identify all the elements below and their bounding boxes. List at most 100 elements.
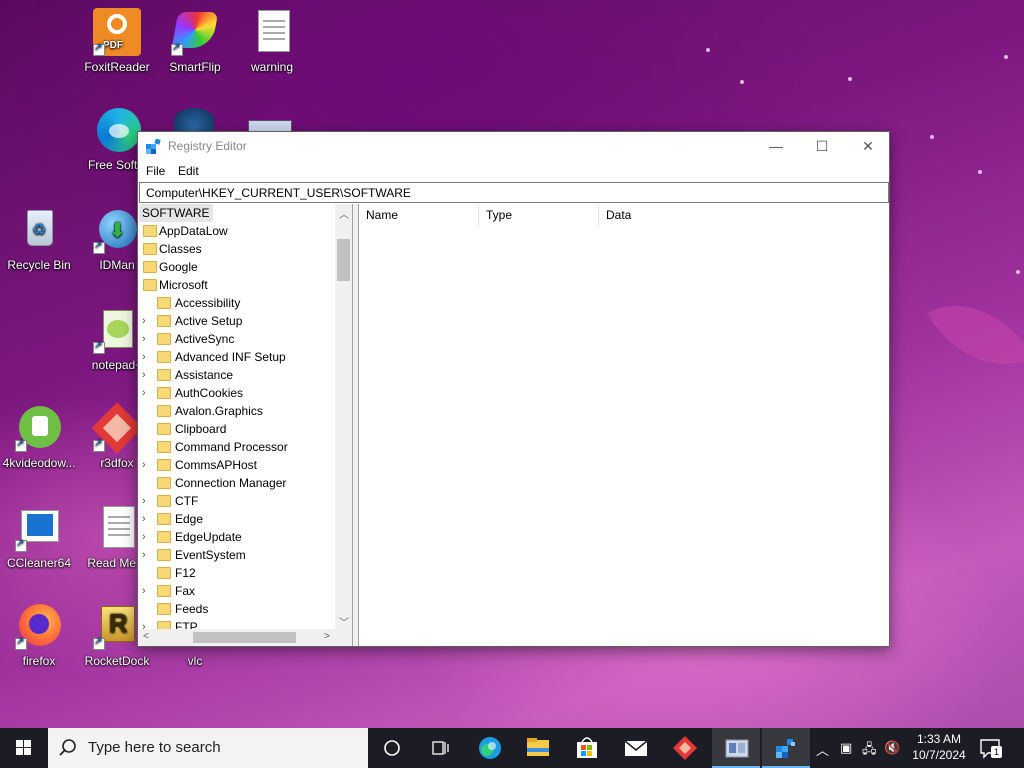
minimize-button[interactable]: —	[753, 132, 799, 160]
desktop-icon-ccleaner[interactable]: CCleaner64	[2, 504, 76, 570]
chevron-right-icon[interactable]: ›	[142, 528, 152, 546]
tree-item[interactable]: Microsoft	[141, 276, 335, 294]
tree-item[interactable]: › AuthCookies	[141, 384, 335, 402]
tree-item[interactable]: › Active Setup	[141, 312, 335, 330]
scrollbar-thumb[interactable]	[193, 632, 296, 643]
scroll-down-icon[interactable]: ﹀	[339, 614, 349, 629]
taskbar-r3dfox[interactable]	[661, 728, 709, 768]
desktop-icon-warning[interactable]: warning	[235, 8, 309, 74]
start-button[interactable]	[0, 728, 48, 768]
menu-edit[interactable]: Edit	[178, 164, 199, 178]
tree-vertical-scrollbar[interactable]: ︿ ﹀	[335, 204, 352, 629]
tree-item[interactable]: › EdgeUpdate	[141, 528, 335, 546]
folder-icon	[157, 369, 171, 381]
tree-item-label: Clipboard	[175, 422, 227, 436]
chevron-right-icon[interactable]: ›	[142, 492, 152, 510]
star-decoration	[978, 170, 982, 174]
firefox-icon	[15, 602, 63, 650]
title-bar[interactable]: Registry Editor — ☐ ✕	[138, 132, 889, 160]
meet-now-icon[interactable]: ▣	[840, 740, 852, 756]
tree-horizontal-scrollbar[interactable]: < >	[139, 629, 352, 646]
tree-item-label: CommsAPHost	[175, 458, 258, 472]
taskbar-registry-editor-2[interactable]	[762, 728, 810, 768]
address-bar[interactable]: Computer\HKEY_CURRENT_USER\SOFTWARE	[139, 182, 889, 203]
chevron-right-icon[interactable]: ›	[142, 456, 152, 474]
chevron-right-icon[interactable]: ›	[142, 348, 152, 366]
tree-item[interactable]: › Advanced INF Setup	[141, 348, 335, 366]
chevron-right-icon[interactable]: ›	[142, 582, 152, 600]
tree-item[interactable]: › Fax	[141, 582, 335, 600]
chevron-right-icon[interactable]: ›	[142, 312, 152, 330]
desktop-icon-recycle-bin[interactable]: ♻ Recycle Bin	[2, 206, 76, 272]
desktop-icon-4kvideodownloader[interactable]: 4kvideodow...	[2, 404, 76, 470]
tree-item[interactable]: AppDataLow	[141, 222, 335, 240]
recycle-bin-icon: ♻	[15, 206, 63, 254]
folder-icon	[143, 279, 157, 291]
taskbar-file-explorer[interactable]	[514, 728, 562, 768]
tree-item-label: Assistance	[175, 368, 234, 382]
tree-item[interactable]: › Edge	[141, 510, 335, 528]
taskbar-store[interactable]	[563, 728, 611, 768]
tree-item[interactable]: › CommsAPHost	[141, 456, 335, 474]
notification-center-button[interactable]: 1	[978, 736, 1002, 760]
tree-item[interactable]: Command Processor	[141, 438, 335, 456]
desktop-icon-label: firefox	[22, 654, 56, 668]
tree-item[interactable]: › ActiveSync	[141, 330, 335, 348]
taskbar-clock[interactable]: 1:33 AM 10/7/2024	[906, 731, 972, 763]
tree-item[interactable]: Clipboard	[141, 420, 335, 438]
chevron-right-icon[interactable]: ›	[142, 330, 152, 348]
column-header-data[interactable]: Data	[599, 204, 889, 226]
star-decoration	[1016, 270, 1020, 274]
network-icon[interactable]: 🖧	[862, 740, 877, 762]
maximize-button[interactable]: ☐	[799, 132, 845, 160]
folder-icon	[157, 567, 171, 579]
wallpaper-leaf	[927, 278, 1024, 392]
chevron-right-icon[interactable]: ›	[142, 510, 152, 528]
values-pane[interactable]: Name Type Data	[358, 204, 889, 646]
chevron-right-icon[interactable]: ›	[142, 546, 152, 564]
tree-item[interactable]: › EventSystem	[141, 546, 335, 564]
scroll-right-icon[interactable]: >	[324, 631, 330, 642]
tree-item[interactable]: Avalon.Graphics	[141, 402, 335, 420]
chevron-right-icon[interactable]: ›	[142, 366, 152, 384]
column-header-type[interactable]: Type	[479, 204, 599, 226]
desktop-icon-foxitreader[interactable]: PDF FoxitReader	[80, 8, 154, 74]
chevron-right-icon[interactable]: ›	[142, 384, 152, 402]
menu-file[interactable]: File	[146, 164, 165, 178]
tree-root-software[interactable]: SOFTWARE	[139, 204, 213, 222]
tree-item[interactable]: Google	[141, 258, 335, 276]
tree-item[interactable]: Classes	[141, 240, 335, 258]
file-explorer-icon	[527, 738, 549, 756]
key-tree[interactable]: AppDataLow Classes Google Microsoft Accessib…	[139, 204, 353, 646]
desktop-icon-firefox[interactable]: firefox	[2, 602, 76, 668]
desktop-icon-label: vlc	[187, 654, 203, 668]
column-header-name[interactable]: Name	[359, 204, 479, 226]
scroll-left-icon[interactable]: <	[143, 631, 149, 642]
desktop-icon-label: SmartFlip	[169, 60, 221, 74]
tree-item[interactable]: Accessibility	[141, 294, 335, 312]
task-view-button[interactable]	[416, 728, 464, 768]
close-button[interactable]: ✕	[845, 132, 891, 160]
taskbar-registry-editor-1[interactable]	[712, 728, 760, 768]
volume-muted-icon[interactable]: 🔇	[884, 740, 900, 756]
scroll-up-icon[interactable]: ︿	[339, 206, 349, 221]
tree-item-label: Classes	[159, 242, 202, 256]
tree-item[interactable]: F12	[141, 564, 335, 582]
chevron-up-icon[interactable]: ︿	[816, 740, 829, 759]
scrollbar-thumb[interactable]	[337, 239, 350, 281]
cortana-button[interactable]	[368, 728, 416, 768]
tree-item[interactable]: Connection Manager	[141, 474, 335, 492]
star-decoration	[706, 48, 710, 52]
rocketdock-icon: R	[93, 602, 141, 650]
taskbar-edge[interactable]	[466, 728, 514, 768]
tree-item[interactable]: Feeds	[141, 600, 335, 618]
desktop-icon-label: Recycle Bin	[7, 258, 71, 272]
desktop-icon-smartflip[interactable]: SmartFlip	[158, 8, 232, 74]
folder-icon	[157, 459, 171, 471]
taskbar-mail[interactable]	[612, 728, 660, 768]
folder-icon	[157, 423, 171, 435]
taskbar-search-box[interactable]: Type here to search	[48, 728, 368, 768]
registry-editor-window[interactable]: Registry Editor — ☐ ✕ File Edit Computer…	[137, 131, 890, 647]
tree-item[interactable]: › CTF	[141, 492, 335, 510]
tree-item[interactable]: › Assistance	[141, 366, 335, 384]
